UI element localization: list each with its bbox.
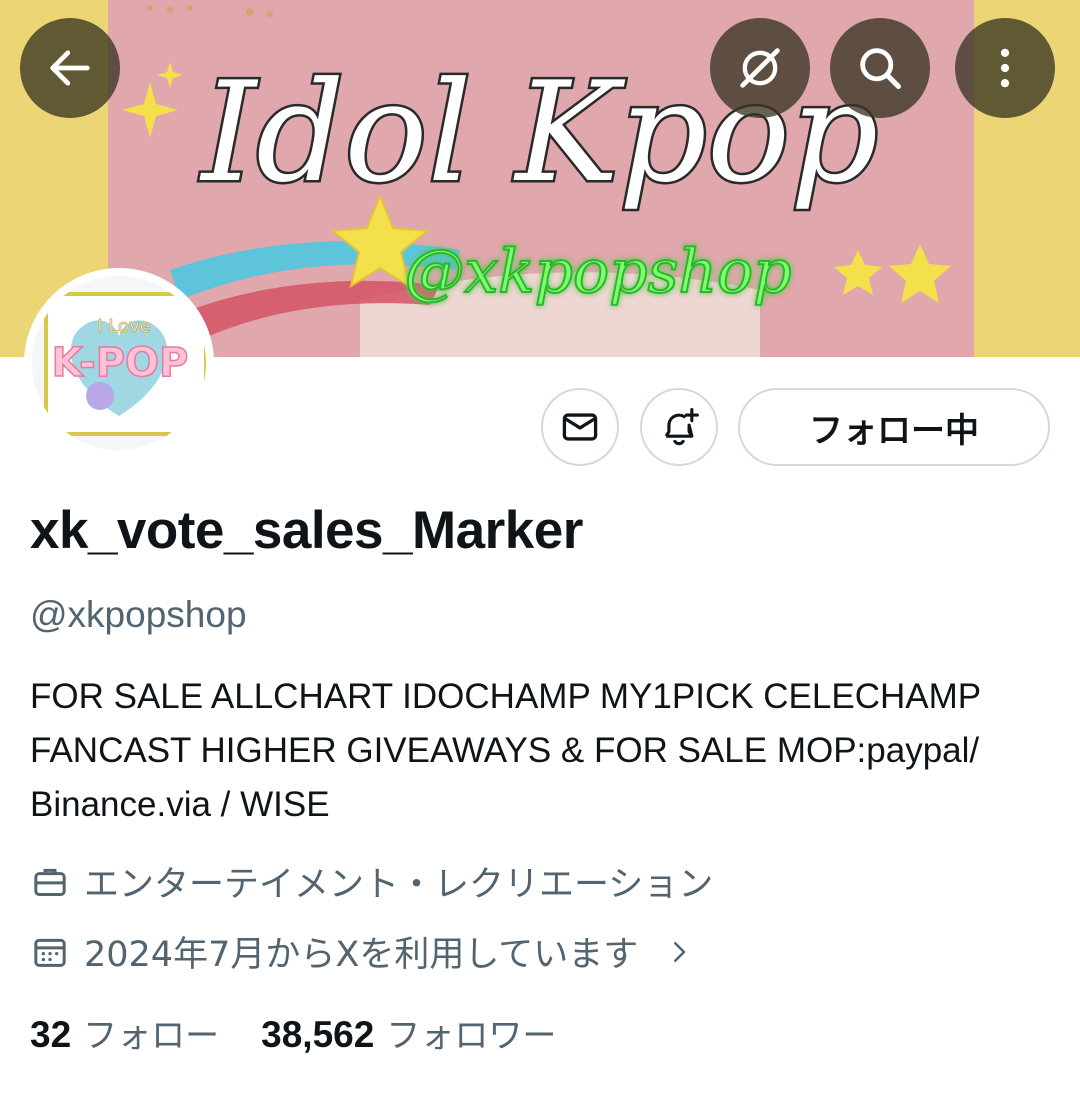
- grok-icon: [740, 48, 780, 88]
- search-button[interactable]: [830, 18, 930, 118]
- back-button[interactable]: [20, 18, 120, 118]
- follow-stats: 32 フォロー 38,562 フォロワー: [30, 1008, 556, 1057]
- search-icon: [860, 48, 902, 90]
- grok-button[interactable]: [710, 18, 810, 118]
- avatar-image: I Love K-POP: [32, 276, 206, 450]
- more-options-button[interactable]: [955, 18, 1055, 118]
- joined-date-row[interactable]: 2024年7月からXを利用しています: [30, 926, 694, 977]
- following-count-link[interactable]: 32 フォロー: [30, 1008, 219, 1057]
- username-handle: @xkpopshop: [30, 594, 247, 635]
- display-name: xk_vote_sales_Marker: [30, 501, 583, 560]
- more-vertical-icon: [1000, 48, 1010, 88]
- following-count: 32: [30, 1014, 72, 1055]
- envelope-icon: [562, 413, 598, 441]
- chevron-right-icon: [664, 937, 694, 967]
- followers-count: 38,562: [261, 1014, 375, 1055]
- followers-count-link[interactable]: 38,562 フォロワー: [261, 1008, 556, 1057]
- bell-plus-icon: [664, 408, 699, 446]
- message-button[interactable]: [541, 388, 619, 466]
- avatar-small-text: I Love: [97, 316, 150, 337]
- category-row: エンターテイメント・レクリエーション: [30, 856, 713, 907]
- arrow-left-icon: [50, 50, 90, 86]
- notification-button[interactable]: [640, 388, 718, 466]
- bio-text: FOR SALE ALLCHART IDOCHAMP MY1PICK CELEC…: [30, 677, 981, 824]
- banner-handle-text: @xkpopshop: [404, 237, 791, 307]
- calendar-icon: [34, 938, 66, 967]
- avatar-big-text: K-POP: [52, 340, 189, 386]
- joined-date-label: 2024年7月からXを利用しています: [84, 935, 639, 975]
- following-label: フォロー: [83, 1016, 220, 1056]
- avatar[interactable]: I Love K-POP: [32, 276, 206, 450]
- briefcase-icon: [34, 868, 66, 896]
- category-label: エンターテイメント・レクリエーション: [84, 865, 714, 905]
- following-button[interactable]: フォロー中: [738, 388, 1050, 466]
- followers-label: フォロワー: [386, 1016, 557, 1056]
